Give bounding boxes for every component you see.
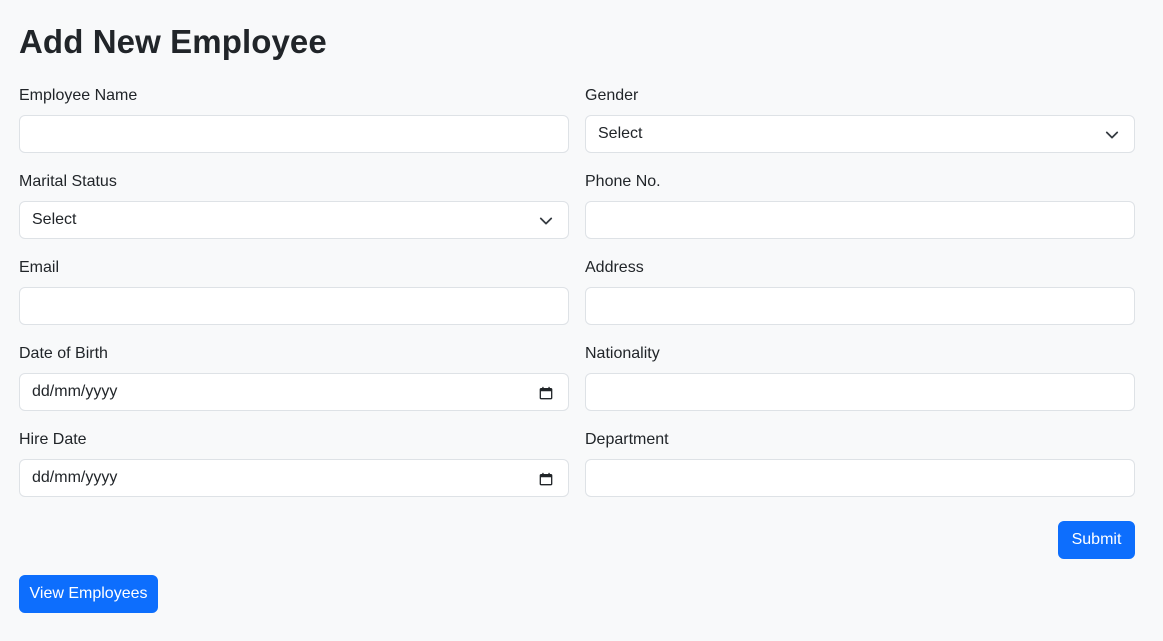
calendar-icon[interactable] (538, 385, 554, 401)
date-of-birth-group: Date of Birth dd/mm/yyyy (19, 344, 569, 411)
address-group: Address (585, 258, 1135, 325)
hire-date-label: Hire Date (19, 431, 87, 448)
hire-date-input[interactable]: dd/mm/yyyy (19, 459, 569, 497)
employee-name-input[interactable] (19, 115, 569, 153)
date-of-birth-input[interactable]: dd/mm/yyyy (19, 373, 569, 411)
department-input[interactable] (585, 459, 1135, 497)
employee-name-group: Employee Name (19, 86, 569, 153)
gender-selected-value: Select (598, 125, 643, 142)
marital-status-select[interactable]: Select (19, 201, 569, 239)
department-group: Department (585, 430, 1135, 497)
chevron-down-icon (538, 213, 554, 229)
gender-group: Gender Select (585, 86, 1135, 153)
department-label: Department (585, 431, 669, 448)
phone-label: Phone No. (585, 173, 661, 190)
submit-button[interactable]: Submit (1058, 521, 1135, 559)
address-label: Address (585, 259, 644, 276)
gender-label: Gender (585, 87, 639, 104)
address-input[interactable] (585, 287, 1135, 325)
phone-group: Phone No. (585, 172, 1135, 239)
nationality-input[interactable] (585, 373, 1135, 411)
date-of-birth-label: Date of Birth (19, 345, 108, 362)
email-input[interactable] (19, 287, 569, 325)
email-group: Email (19, 258, 569, 325)
email-label: Email (19, 259, 60, 276)
marital-status-selected-value: Select (32, 211, 77, 228)
marital-status-group: Marital Status Select (19, 172, 569, 239)
page-title: Add New Employee (19, 23, 327, 60)
nationality-group: Nationality (585, 344, 1135, 411)
add-employee-page: Add New Employee Employee Name Gender Se… (0, 0, 1163, 641)
employee-name-label: Employee Name (19, 87, 138, 104)
marital-status-label: Marital Status (19, 173, 117, 190)
hire-date-value: dd/mm/yyyy (32, 469, 118, 486)
chevron-down-icon (1104, 127, 1120, 143)
hire-date-group: Hire Date dd/mm/yyyy (19, 430, 569, 497)
view-employees-button[interactable]: View Employees (19, 575, 158, 613)
gender-select[interactable]: Select (585, 115, 1135, 153)
nationality-label: Nationality (585, 345, 660, 362)
date-of-birth-value: dd/mm/yyyy (32, 383, 118, 400)
phone-input[interactable] (585, 201, 1135, 239)
calendar-icon[interactable] (538, 471, 554, 487)
